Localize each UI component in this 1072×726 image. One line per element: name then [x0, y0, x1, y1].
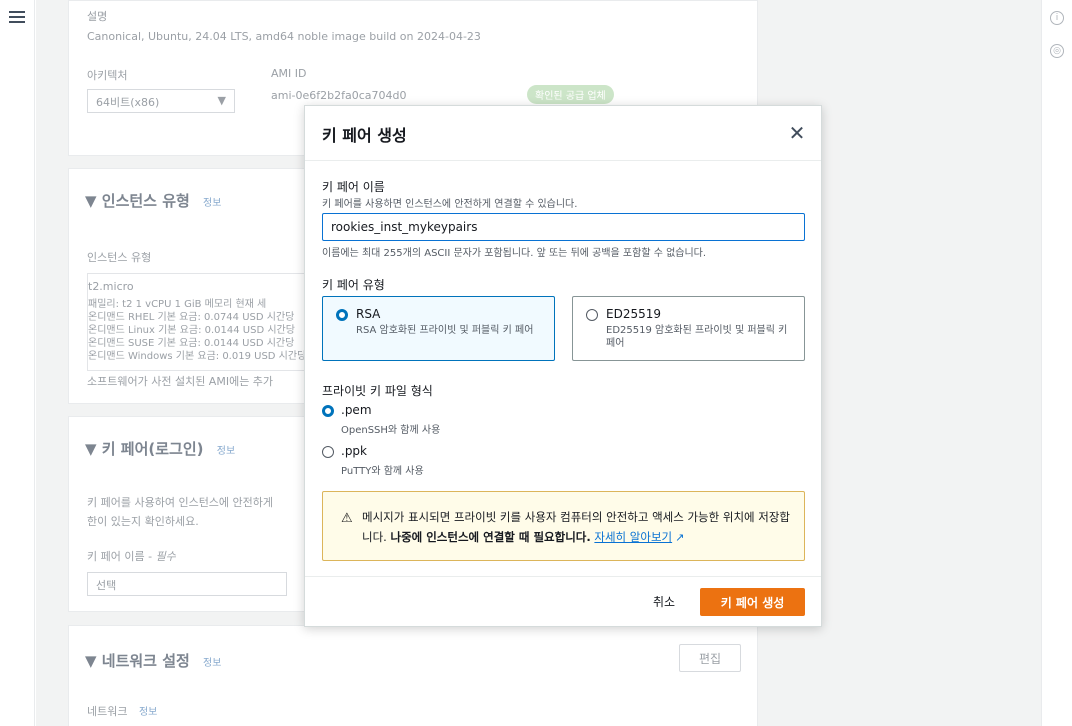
private-key-format-label: 프라이빗 키 파일 형식: [322, 384, 433, 398]
key-pair-name-input[interactable]: [322, 213, 805, 241]
modal-title: 키 페어 생성: [322, 126, 407, 145]
instance-type-info-link[interactable]: 정보: [203, 198, 221, 209]
price-line: 온디맨드 Windows 기본 요금: 0.019 USD 시간당: [88, 351, 307, 362]
warning-triangle-icon: ⚠: [341, 511, 353, 526]
ed25519-radio-button[interactable]: [586, 309, 598, 321]
key-pair-select[interactable]: 선택: [87, 572, 287, 596]
architecture-label: 아키텍처: [87, 69, 128, 82]
warning-alert: ⚠ 메시지가 표시되면 프라이빗 키를 사용자 컴퓨터의 안전하고 액세스 가능…: [322, 491, 805, 561]
network-label: 네트워크 정보: [87, 703, 157, 719]
key-pair-name-description: 키 페어를 사용하면 인스턴스에 안전하게 연결할 수 있습니다.: [322, 199, 578, 210]
ed25519-description: ED25519 암호화된 프라이빗 및 퍼블릭 키 페어: [606, 325, 788, 349]
key-pair-name-constraint: 이름에는 최대 255개의 ASCII 문자가 포함됩니다. 앞 또는 뒤에 공…: [322, 248, 707, 259]
key-pair-title: 키 페어(로그인): [101, 440, 204, 458]
ppk-description: PuTTY와 함께 사용: [341, 466, 424, 477]
key-pair-heading[interactable]: ▼ 키 페어(로그인) 정보: [85, 438, 235, 459]
network-settings-panel: ▼ 네트워크 설정 정보 편집 네트워크 정보: [68, 625, 758, 726]
learn-more-link[interactable]: 자세히 알아보기: [594, 530, 672, 544]
key-type-ed25519-tile[interactable]: ED25519 ED25519 암호화된 프라이빗 및 퍼블릭 키 페어: [572, 296, 805, 361]
key-pair-desc-line1: 키 페어를 사용하여 인스턴스에 안전하게: [87, 496, 274, 509]
ami-description-label: 설명: [87, 10, 108, 23]
external-link-icon[interactable]: ↗: [675, 531, 684, 544]
network-info-link[interactable]: 정보: [203, 658, 221, 669]
warning-message: 메시지가 표시되면 프라이빗 키를 사용자 컴퓨터의 안전하고 액세스 가능한 …: [362, 507, 792, 548]
instance-type-select[interactable]: t2.micro 패밀리: t2 1 vCPU 1 GiB 메모리 현재 세 온…: [87, 273, 307, 371]
key-pair-name-label: 키 페어 이름 - 필수: [87, 548, 176, 564]
key-pair-info-link[interactable]: 정보: [217, 446, 235, 457]
ami-description-value: Canonical, Ubuntu, 24.04 LTS, amd64 nobl…: [87, 30, 481, 43]
pem-radio-button[interactable]: [322, 405, 334, 417]
key-pair-select-placeholder: 선택: [96, 579, 117, 592]
network-settings-title: 네트워크 설정: [101, 652, 190, 670]
modal-header: 키 페어 생성 ✕: [305, 106, 821, 161]
caret-down-icon: ▼: [217, 94, 226, 107]
key-type-rsa-tile[interactable]: RSA RSA 암호화된 프라이빗 및 퍼블릭 키 페어: [322, 296, 555, 361]
rsa-radio-button[interactable]: [336, 309, 348, 321]
instance-type-field-label: 인스턴스 유형: [87, 251, 152, 264]
instance-type-title: 인스턴스 유형: [101, 192, 190, 210]
modal-footer: 취소 키 페어 생성: [305, 576, 821, 627]
verified-provider-badge: 확인된 공급 업체: [527, 85, 614, 104]
create-key-pair-button[interactable]: 키 페어 생성: [700, 588, 805, 616]
instance-type-footnote: 소프트웨어가 사전 설치된 AMI에는 추가: [87, 375, 274, 388]
ppk-title: .ppk: [341, 444, 367, 458]
ed25519-title: ED25519: [606, 307, 661, 321]
architecture-value: 64비트(x86): [96, 96, 160, 109]
warning-message-bold: 나중에 인스턴스에 연결할 때 필요합니다.: [390, 530, 591, 544]
cancel-button[interactable]: 취소: [642, 588, 686, 614]
key-pair-desc-line2: 한이 있는지 확인하세요.: [87, 515, 199, 528]
close-icon[interactable]: ✕: [787, 123, 807, 143]
pem-description: OpenSSH와 함께 사용: [341, 425, 441, 436]
ppk-radio-button[interactable]: [322, 446, 334, 458]
instance-type-heading[interactable]: ▼ 인스턴스 유형 정보: [85, 190, 221, 211]
network-label-text: 네트워크: [87, 705, 128, 718]
instance-type-name: t2.micro: [88, 280, 134, 293]
network-settings-heading[interactable]: ▼ 네트워크 설정 정보: [85, 650, 221, 671]
left-navigation-rail: [0, 0, 35, 726]
right-utility-rail: i ◎: [1041, 0, 1072, 726]
rsa-title: RSA: [356, 307, 381, 321]
network-edit-button[interactable]: 편집: [679, 644, 741, 672]
expand-caret-icon: ▼: [85, 192, 97, 210]
ami-id-value: ami-0e6f2b2fa0ca704d0: [271, 89, 407, 102]
key-pair-name-label-text: 키 페어 이름 -: [87, 550, 156, 563]
info-icon[interactable]: i: [1050, 11, 1064, 25]
expand-caret-icon: ▼: [85, 440, 97, 458]
expand-caret-icon: ▼: [85, 652, 97, 670]
key-pair-name-label: 키 페어 이름: [322, 180, 385, 194]
hamburger-menu-icon[interactable]: [9, 9, 25, 25]
pem-title: .pem: [341, 403, 372, 417]
ami-id-label: AMI ID: [271, 67, 307, 80]
key-pair-type-label: 키 페어 유형: [322, 278, 385, 292]
required-marker: 필수: [155, 550, 176, 563]
architecture-select[interactable]: 64비트(x86) ▼: [87, 89, 235, 113]
network-field-info-link[interactable]: 정보: [139, 707, 157, 718]
rsa-description: RSA 암호화된 프라이빗 및 퍼블릭 키 페어: [356, 325, 534, 336]
create-key-pair-modal: 키 페어 생성 ✕ 키 페어 이름 키 페어를 사용하면 인스턴스에 안전하게 …: [304, 105, 822, 627]
help-icon[interactable]: ◎: [1050, 44, 1064, 58]
